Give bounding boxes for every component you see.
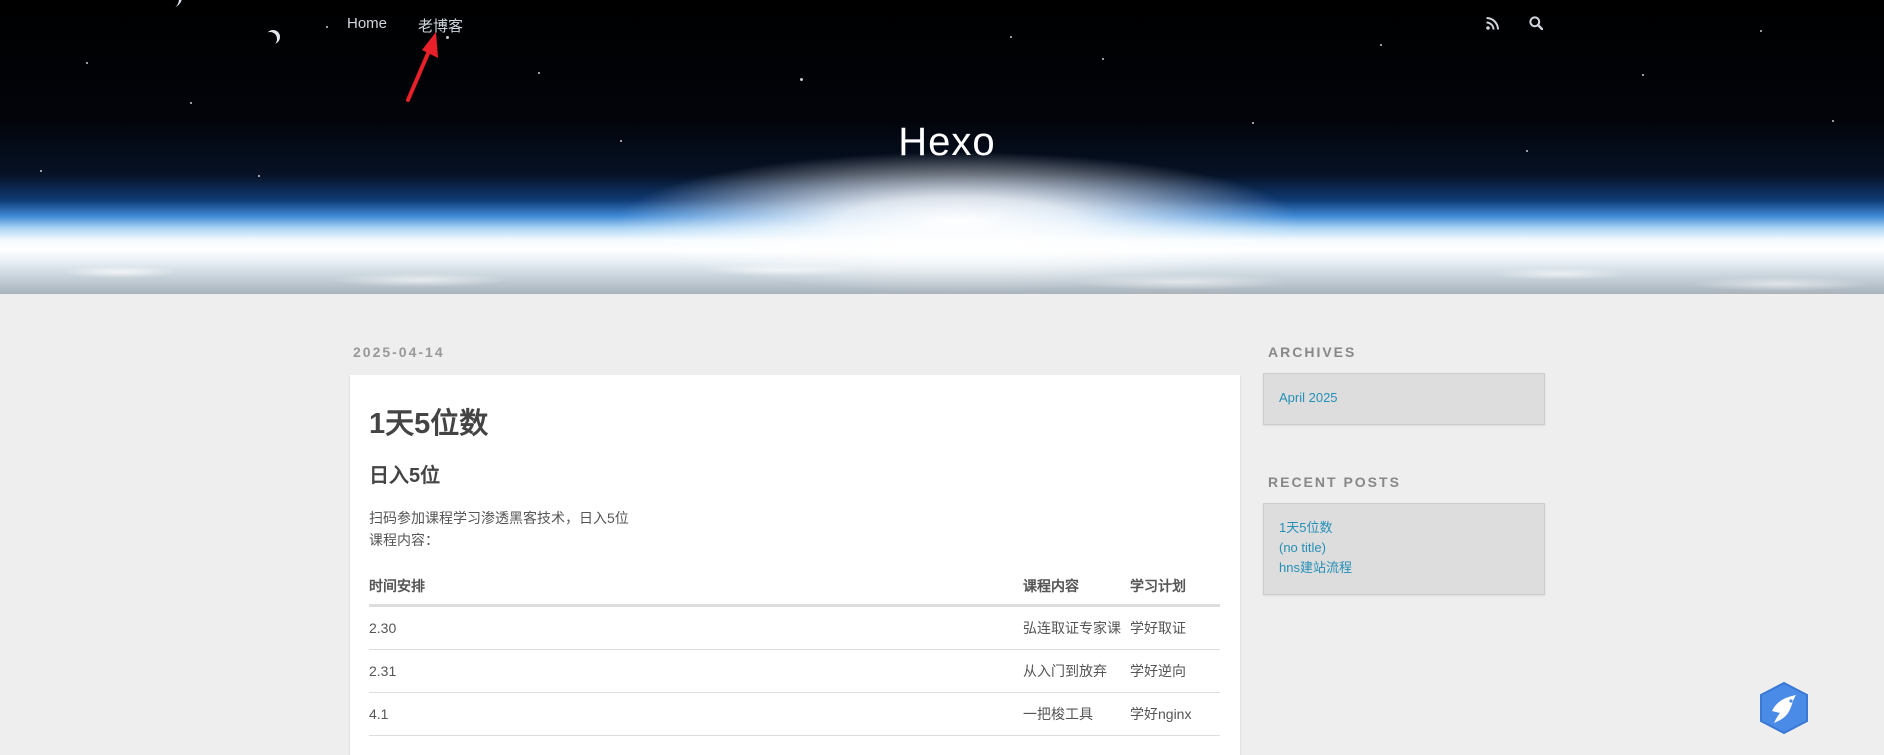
star [40, 170, 42, 172]
site-title[interactable]: Hexo [0, 120, 1884, 165]
post-paragraph: 扫码参加课程学习渗透黑客技术，日入5位 课程内容： [369, 507, 1221, 551]
star [258, 175, 260, 177]
table-cell: 从入门到放弃 [1023, 649, 1130, 693]
floating-bird-widget-icon[interactable] [1758, 681, 1810, 735]
recent-posts-title: RECENT POSTS [1268, 474, 1401, 490]
archive-link[interactable]: April 2025 [1279, 388, 1529, 408]
star [1642, 74, 1644, 76]
table-cell: 2.30 [369, 605, 1023, 650]
post-subtitle: 日入5位 [369, 465, 441, 487]
recent-post-link[interactable]: hns建站流程 [1279, 558, 1529, 578]
star [538, 72, 540, 74]
table-cell: 一把梭工具 [1023, 692, 1130, 736]
star [1760, 30, 1762, 32]
archives-title: ARCHIVES [1268, 344, 1357, 360]
star [326, 26, 328, 28]
table-cell: 4.1 [369, 692, 1023, 736]
table-header: 学习计划 [1130, 568, 1220, 607]
nav-item-home[interactable]: Home [347, 15, 387, 36]
table-cell: 学好逆向 [1130, 649, 1220, 693]
banner-clouds [0, 262, 1884, 294]
recent-post-link[interactable]: 1天5位数 [1279, 518, 1529, 538]
recent-posts-box: 1天5位数 (no title) hns建站流程 [1263, 503, 1545, 595]
star [800, 78, 803, 81]
archives-box: April 2025 [1263, 373, 1545, 425]
table-cell: 学好nginx [1130, 692, 1220, 736]
star [446, 36, 449, 39]
table-header-row: 时间安排 课程内容 学习计划 [369, 568, 1220, 607]
star [1102, 58, 1104, 60]
post-paragraph-line: 课程内容： [369, 532, 439, 548]
table-cell: 弘连取证专家课 [1023, 605, 1130, 650]
table-cell: 2.31 [369, 649, 1023, 693]
post-paragraph-line: 扫码参加课程学习渗透黑客技术，日入5位 [369, 510, 629, 526]
nav-icons [1484, 14, 1544, 32]
rss-icon[interactable] [1484, 14, 1500, 32]
table-header: 时间安排 [369, 568, 1023, 607]
table-row: 2.31 从入门到放弃 学好逆向 [369, 649, 1220, 693]
star [190, 102, 192, 104]
moon-planet [160, 0, 182, 8]
article-card: 1天5位数 日入5位 扫码参加课程学习渗透黑客技术，日入5位 课程内容： 时间安… [350, 375, 1240, 755]
annotation-arrow-icon [406, 32, 438, 102]
course-table: 时间安排 课程内容 学习计划 2.30 弘连取证专家课 学好取证 2.31 从入… [369, 568, 1220, 736]
table-row: 2.30 弘连取证专家课 学好取证 [369, 605, 1220, 650]
star [1010, 36, 1012, 38]
table-cell: 学好取证 [1130, 605, 1220, 650]
post-date[interactable]: 2025-04-14 [353, 344, 445, 360]
moon-planet [266, 30, 280, 44]
table-row: 4.1 一把梭工具 学好nginx [369, 692, 1220, 736]
star [1380, 44, 1382, 46]
header-banner: Home 老博客 Hexo [0, 0, 1884, 294]
recent-post-link[interactable]: (no title) [1279, 538, 1529, 558]
post-title[interactable]: 1天5位数 [369, 407, 1221, 441]
table-header: 课程内容 [1023, 568, 1130, 607]
search-icon[interactable] [1528, 14, 1544, 32]
star [86, 62, 88, 64]
